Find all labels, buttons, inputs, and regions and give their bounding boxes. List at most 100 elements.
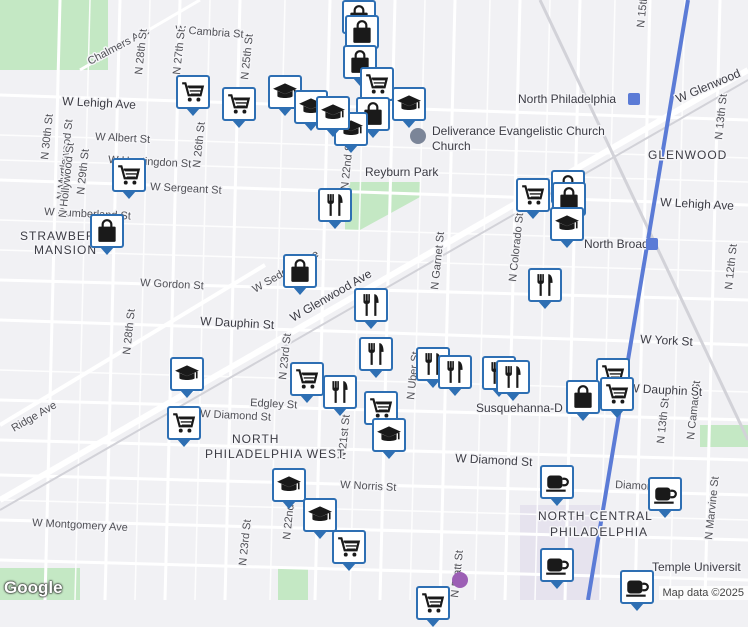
restaurant-icon (327, 379, 353, 405)
map-pin-shopping-bag[interactable] (345, 15, 379, 49)
map-pin-restaurant[interactable] (318, 188, 352, 222)
map-pin-shopping-bag[interactable] (283, 254, 317, 288)
street-label: W Glenwood (674, 66, 743, 106)
shopping-cart-icon (171, 410, 197, 436)
shopping-bag-icon (287, 258, 313, 284)
school-icon (320, 100, 346, 126)
area-label: MANSION (34, 243, 97, 257)
area-label: PHILADELPHIA (550, 525, 648, 539)
restaurant-icon (532, 272, 558, 298)
map-pin-school[interactable] (170, 357, 204, 391)
school-icon (174, 361, 200, 387)
school-icon (307, 502, 333, 528)
coffee-icon (544, 469, 570, 495)
park (700, 425, 748, 447)
street-label: N Colorado St (507, 212, 526, 282)
restaurant-icon (322, 192, 348, 218)
university-icon[interactable] (452, 572, 468, 588)
school-icon (376, 422, 402, 448)
school-icon (276, 472, 302, 498)
train-station-icon[interactable] (646, 238, 658, 250)
map-pin-shopping-bag[interactable] (90, 214, 124, 248)
map-pin-school[interactable] (316, 96, 350, 130)
map-pin-school[interactable] (272, 468, 306, 502)
street-label: W Lehigh Ave (660, 195, 735, 213)
map-pin-school[interactable] (550, 207, 584, 241)
street-label: W Albert St (95, 131, 151, 146)
street-label: W Sergeant St (150, 181, 222, 197)
map-pin-school[interactable] (303, 498, 337, 532)
shopping-cart-icon (336, 534, 362, 560)
restaurant-icon (500, 364, 526, 390)
map-pin-coffee[interactable] (540, 548, 574, 582)
street-label: N 12th St (723, 243, 740, 290)
area-label: PHILADELPHIA WEST (205, 447, 345, 461)
restaurant-icon (358, 292, 384, 318)
street-label: W Dauphin St (200, 314, 275, 332)
place-label: North Philadelphia (518, 92, 616, 106)
street-label: Edgley St (250, 397, 298, 411)
map-pin-shopping-cart[interactable] (112, 158, 146, 192)
map-pin-coffee[interactable] (540, 465, 574, 499)
map-pin-shopping-cart[interactable] (332, 530, 366, 564)
place-label: North Broad (584, 237, 649, 251)
shopping-cart-icon (180, 79, 206, 105)
map-pin-coffee[interactable] (620, 570, 654, 604)
map-pin-shopping-bag[interactable] (566, 380, 600, 414)
school-icon (554, 211, 580, 237)
street-label: N 13th St (713, 93, 730, 140)
church-icon[interactable] (410, 128, 426, 144)
map-pin-shopping-cart[interactable] (516, 178, 550, 212)
map-pin-restaurant[interactable] (496, 360, 530, 394)
map-pin-restaurant[interactable] (323, 375, 357, 409)
street-label: N 27th St (171, 28, 188, 75)
map-pin-shopping-cart[interactable] (600, 377, 634, 411)
shopping-cart-icon (294, 366, 320, 392)
map-pin-restaurant[interactable] (438, 355, 472, 389)
map-pin-restaurant[interactable] (359, 337, 393, 371)
shopping-cart-icon (364, 71, 390, 97)
street-label: W Lehigh Ave (62, 94, 137, 112)
shopping-cart-icon (116, 162, 142, 188)
map-pin-shopping-cart[interactable] (416, 586, 450, 620)
map-pin-shopping-cart[interactable] (360, 67, 394, 101)
area-label: GLENWOOD (648, 148, 727, 162)
street-label: W Diamond St (200, 408, 271, 424)
coffee-icon (652, 481, 678, 507)
street-label: W Gordon St (140, 277, 204, 292)
street-label: W Diamond St (455, 451, 534, 469)
map-attribution[interactable]: Map data ©2025 (659, 586, 748, 600)
map-pin-coffee[interactable] (648, 477, 682, 511)
train-station-icon[interactable] (628, 93, 640, 105)
area-label: NORTH (232, 432, 279, 446)
map-pin-restaurant[interactable] (528, 268, 562, 302)
shopping-cart-icon (604, 381, 630, 407)
area-label: NORTH CENTRAL (538, 509, 653, 523)
map-pin-shopping-cart[interactable] (176, 75, 210, 109)
place-label: Reyburn Park (365, 165, 439, 179)
reyburn-park (345, 182, 420, 230)
map-pin-shopping-cart[interactable] (222, 87, 256, 121)
street-label: N 28th St (121, 308, 138, 355)
street-label: N Marvine St (703, 476, 722, 540)
restaurant-icon (442, 359, 468, 385)
map-pin-school[interactable] (392, 87, 426, 121)
place-label: Church (432, 139, 471, 153)
coffee-icon (624, 574, 650, 600)
map-pin-restaurant[interactable] (354, 288, 388, 322)
street-label: W Norris St (340, 479, 397, 494)
place-label: Temple Universit (652, 560, 741, 574)
street-label: N 13th St (655, 397, 672, 444)
street-label: N Garnet St (429, 231, 447, 290)
shopping-cart-icon (520, 182, 546, 208)
street-label: Susquehanna-D (476, 401, 563, 415)
street-label: W York St (640, 332, 694, 349)
google-logo: Google (4, 578, 63, 598)
park (278, 568, 308, 600)
map-pin-school[interactable] (372, 418, 406, 452)
shopping-cart-icon (420, 590, 446, 616)
shopping-bag-icon (94, 218, 120, 244)
street-label: N 29th St (75, 148, 92, 195)
map-pin-shopping-cart[interactable] (290, 362, 324, 396)
map-pin-shopping-cart[interactable] (167, 406, 201, 440)
